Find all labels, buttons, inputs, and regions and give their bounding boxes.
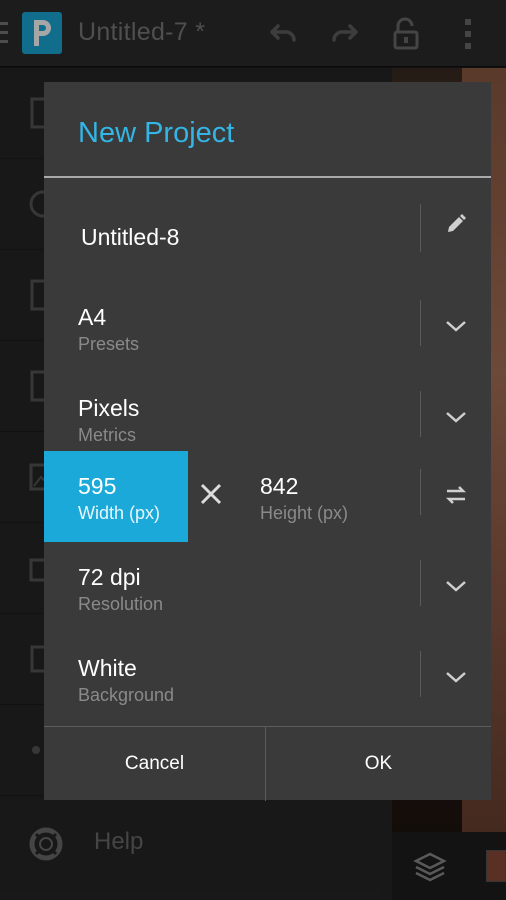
multiply-icon (200, 483, 222, 505)
dimensions-row: 595 Width (px) 842 Height (px) (44, 451, 491, 542)
dialog-title: New Project (78, 117, 235, 149)
preset-label: Presets (78, 334, 140, 354)
pencil-icon (448, 214, 466, 232)
chevron-down-icon (446, 581, 466, 592)
ok-button[interactable]: OK (266, 727, 491, 801)
resolution-label: Resolution (78, 594, 164, 614)
dialog-button-bar: Cancel OK (44, 726, 491, 801)
chevron-down-icon (446, 672, 466, 683)
width-label: Width (px) (78, 503, 161, 523)
title-divider (44, 176, 491, 178)
background-row[interactable]: White Background (44, 633, 491, 724)
preset-value: A4 (78, 304, 107, 330)
project-name-field[interactable]: Untitled-8 (81, 224, 179, 251)
background-dropdown-button[interactable] (421, 633, 491, 724)
height-value: 842 (260, 473, 299, 499)
project-name-row: Untitled-8 (44, 190, 491, 281)
width-value: 595 (78, 473, 117, 499)
resolution-dropdown-button[interactable] (421, 542, 491, 633)
rename-button[interactable] (421, 190, 491, 281)
swap-icon (445, 486, 467, 504)
metrics-label: Metrics (78, 425, 136, 445)
resolution-row[interactable]: 72 dpi Resolution (44, 542, 491, 633)
cancel-button[interactable]: Cancel (44, 727, 265, 801)
presets-row[interactable]: A4 Presets (44, 282, 491, 373)
swap-dimensions-button[interactable] (421, 451, 491, 542)
background-label: Background (78, 685, 175, 705)
metrics-value: Pixels (78, 395, 140, 421)
width-field[interactable]: 595 Width (px) (44, 451, 188, 542)
chevron-down-icon (446, 412, 466, 423)
background-value: White (78, 655, 137, 681)
resolution-value: 72 dpi (78, 564, 141, 590)
chevron-down-icon (446, 321, 466, 332)
new-project-dialog: New Project Untitled-8 A4 Presets Pixels… (44, 82, 491, 801)
height-label: Height (px) (260, 503, 349, 523)
presets-dropdown-button[interactable] (421, 282, 491, 373)
